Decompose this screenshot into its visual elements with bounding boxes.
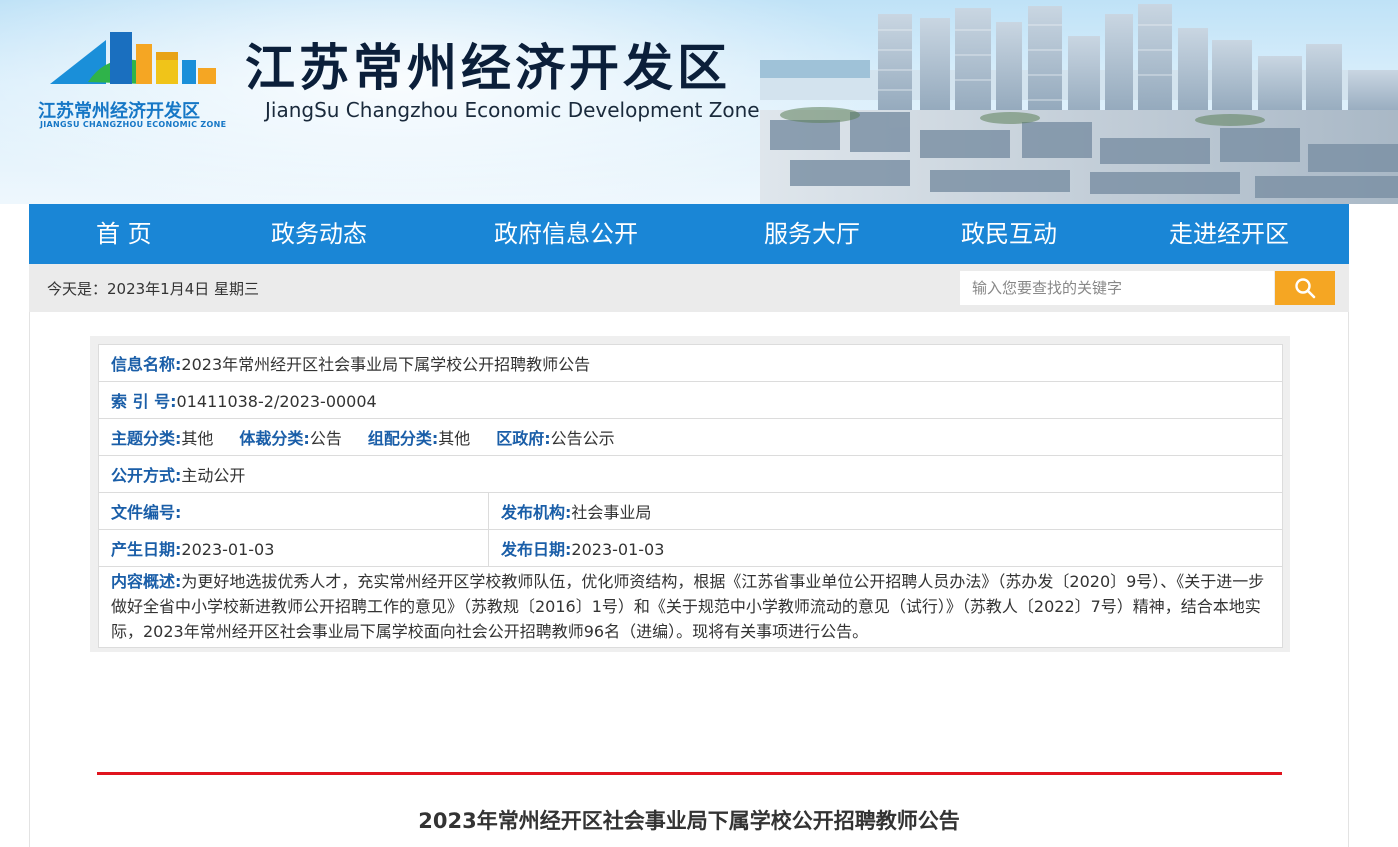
site-title: 江苏常州经济开发区 bbox=[245, 38, 731, 97]
logo-text-en: JIANGSU CHANGZHOU ECONOMIC ZONE bbox=[40, 120, 227, 129]
info-issuer-label: 发布机构: bbox=[501, 503, 572, 522]
info-topic-label: 主题分类: bbox=[111, 429, 182, 448]
title-divider bbox=[97, 772, 1282, 775]
search-icon bbox=[1295, 278, 1316, 299]
info-created-value: 2023-01-03 bbox=[181, 540, 275, 559]
site-logo[interactable]: 江苏常州经济开发区 JIANGSU CHANGZHOU ECONOMIC ZON… bbox=[38, 22, 238, 132]
info-table: 信息名称:2023年常州经开区社会事业局下属学校公开招聘教师公告 索 引 号:0… bbox=[97, 344, 1284, 648]
info-district-label: 区政府: bbox=[496, 429, 551, 448]
main-nav: 首 页 政务动态 政府信息公开 服务大厅 政民互动 走进经开区 bbox=[29, 204, 1349, 264]
info-name-label: 信息名称: bbox=[111, 355, 182, 374]
nav-item-services[interactable]: 服务大厅 bbox=[764, 204, 860, 264]
info-summary-value: 为更好地选拔优秀人才，充实常州经开区学校教师队伍，优化师资结构，根据《江苏省事业… bbox=[111, 572, 1265, 641]
info-row-classification: 主题分类:其他 体裁分类:公告 组配分类:其他 区政府:公告公示 bbox=[97, 418, 1284, 456]
nav-item-gov-info[interactable]: 政府信息公开 bbox=[494, 204, 638, 264]
today-date: 今天是：2023年1月4日 星期三 bbox=[47, 280, 260, 298]
date-search-bar: 今天是：2023年1月4日 星期三 bbox=[29, 264, 1349, 312]
search-button[interactable] bbox=[1275, 271, 1335, 305]
info-topic-value: 其他 bbox=[181, 429, 214, 448]
city-skyline-image bbox=[760, 4, 1398, 204]
info-row-mode: 公开方式:主动公开 bbox=[97, 455, 1284, 493]
info-row-index: 索 引 号:01411038-2/2023-00004 bbox=[97, 381, 1284, 419]
info-summary-label: 内容概述: bbox=[111, 572, 182, 591]
site-subtitle: JiangSu Changzhou Economic Development Z… bbox=[265, 98, 760, 122]
info-org-label: 组配分类: bbox=[367, 429, 439, 448]
article-title: 2023年常州经开区社会事业局下属学校公开招聘教师公告 bbox=[418, 809, 960, 833]
info-mode-value: 主动公开 bbox=[181, 466, 246, 485]
info-row-summary: 内容概述:为更好地选拔优秀人才，充实常州经开区学校教师队伍，优化师资结构，根据《… bbox=[97, 566, 1284, 648]
info-docno-label: 文件编号: bbox=[111, 503, 182, 522]
info-index-label: 索 引 号: bbox=[111, 392, 177, 411]
nav-item-about[interactable]: 走进经开区 bbox=[1169, 204, 1289, 264]
info-index-value: 01411038-2/2023-00004 bbox=[176, 392, 377, 411]
info-row-doc: 文件编号: 发布机构:社会事业局 bbox=[98, 492, 1284, 530]
info-created-label: 产生日期: bbox=[111, 540, 182, 559]
info-row-name: 信息名称:2023年常州经开区社会事业局下属学校公开招聘教师公告 bbox=[97, 344, 1284, 382]
nav-item-home[interactable]: 首 页 bbox=[96, 204, 152, 264]
nav-item-interaction[interactable]: 政民互动 bbox=[961, 204, 1057, 264]
info-genre-value: 公告 bbox=[309, 429, 342, 448]
main-content: 信息名称:2023年常州经开区社会事业局下属学校公开招聘教师公告 索 引 号:0… bbox=[29, 312, 1349, 847]
info-published-label: 发布日期: bbox=[501, 540, 572, 559]
info-row-dates: 产生日期:2023-01-03 发布日期:2023-01-03 bbox=[98, 529, 1284, 567]
info-org-value: 其他 bbox=[438, 429, 471, 448]
info-district-value: 公告公示 bbox=[550, 429, 615, 448]
info-issuer-value: 社会事业局 bbox=[571, 503, 652, 522]
info-genre-label: 体裁分类: bbox=[239, 429, 310, 448]
info-mode-label: 公开方式: bbox=[111, 466, 182, 485]
info-panel: 信息名称:2023年常州经开区社会事业局下属学校公开招聘教师公告 索 引 号:0… bbox=[90, 336, 1290, 652]
header-banner: 江苏常州经济开发区 JIANGSU CHANGZHOU ECONOMIC ZON… bbox=[0, 0, 1398, 204]
logo-mark-icon bbox=[50, 32, 216, 84]
search-input[interactable] bbox=[960, 271, 1274, 305]
info-name-value: 2023年常州经开区社会事业局下属学校公开招聘教师公告 bbox=[181, 355, 591, 374]
nav-item-news[interactable]: 政务动态 bbox=[271, 204, 367, 264]
info-published-value: 2023-01-03 bbox=[571, 540, 665, 559]
